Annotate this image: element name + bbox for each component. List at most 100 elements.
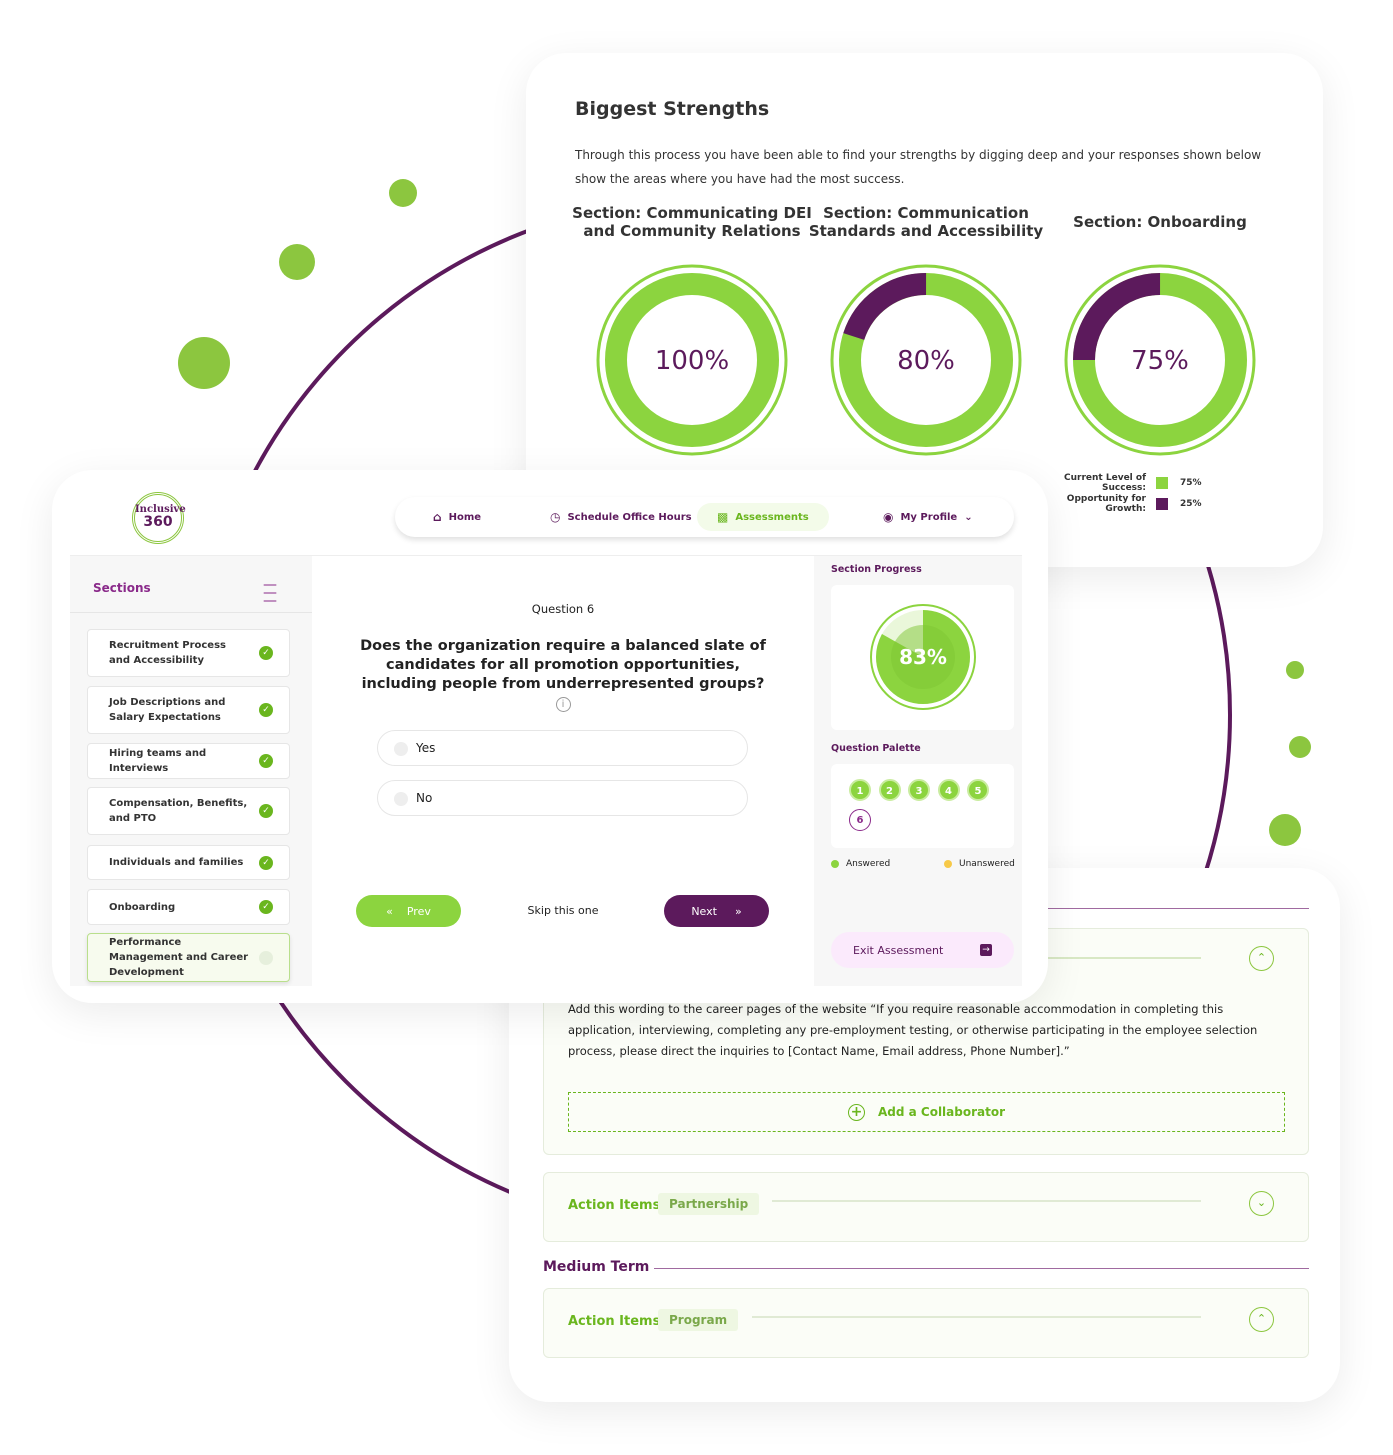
donut-label: 100% xyxy=(654,346,730,376)
decorative-dot xyxy=(1269,814,1301,846)
section-label: Compensation, Benefits, and PTO xyxy=(109,798,248,824)
double-chevron-right-icon: » xyxy=(734,904,742,918)
section-label: Onboarding xyxy=(109,901,176,913)
decorative-dot xyxy=(1286,661,1304,679)
exit-label: Exit Assessment xyxy=(853,943,944,957)
nav-my-profile[interactable]: ◉ My Profile ⌄ xyxy=(883,497,973,537)
chevron-down-icon[interactable]: ⌄ xyxy=(1249,1191,1274,1216)
nav-label: My Profile xyxy=(900,511,958,523)
skip-button[interactable]: Skip this one xyxy=(482,904,644,917)
donut-label: 75% xyxy=(1131,346,1189,376)
exit-icon: → xyxy=(980,944,992,956)
question-number: Question 6 xyxy=(531,602,595,616)
donut-title: Section: Onboarding xyxy=(1073,213,1247,231)
prev-button[interactable]: « Prev xyxy=(356,895,461,927)
check-circle-icon: ✓ xyxy=(259,804,273,818)
progress-percent: 83% xyxy=(899,645,947,669)
decorative-dot xyxy=(279,244,315,280)
donut-title: Section: Communicating DEI and Community… xyxy=(572,204,812,240)
legend-label: Opportunity for Growth: xyxy=(1066,494,1146,514)
section-item[interactable]: Onboarding ✓ xyxy=(87,889,290,925)
nav-assessments[interactable]: ▩ Assessments xyxy=(697,503,829,531)
nav-label: Assessments xyxy=(735,511,809,523)
legend-label: Answered xyxy=(846,859,891,869)
option-yes[interactable]: Yes xyxy=(377,730,748,766)
legend-value: 25% xyxy=(1180,499,1202,509)
palette-question-4[interactable]: 4 xyxy=(937,779,960,801)
section-label: Hiring teams and Interviews xyxy=(109,748,207,774)
action-item-program[interactable]: Action Items: Program ⌃ xyxy=(543,1288,1309,1358)
info-icon[interactable]: i xyxy=(555,697,571,712)
palette-question-5[interactable]: 5 xyxy=(967,779,989,801)
next-label: Next xyxy=(691,904,717,918)
nav-label: Home xyxy=(448,511,482,523)
decorative-dot xyxy=(389,179,417,207)
section-item[interactable]: Performance Management and Career Develo… xyxy=(87,933,290,982)
legend-growth: Opportunity for Growth: 25% xyxy=(1034,494,1202,514)
palette-question-2[interactable]: 2 xyxy=(878,779,901,801)
progress-panel: Section Progress 83% Question Palette 12… xyxy=(814,556,1022,986)
sections-title: Sections xyxy=(93,581,151,595)
check-circle-icon: ✓ xyxy=(259,900,273,914)
action-item-text: Add this wording to the career pages of … xyxy=(568,1002,1258,1058)
nav-home[interactable]: ⌂ Home xyxy=(433,497,481,537)
nav-schedule-office-hours[interactable]: ◷ Schedule Office Hours xyxy=(550,497,692,537)
section-item[interactable]: Recruitment Process and Accessibility ✓ xyxy=(87,629,290,677)
section-item[interactable]: Individuals and families ✓ xyxy=(87,845,290,880)
plus-icon: + xyxy=(847,1103,865,1121)
strengths-title: Biggest Strengths xyxy=(575,98,770,120)
pending-circle-icon: ✓ xyxy=(259,950,273,965)
exit-assessment-button[interactable]: Exit Assessment → xyxy=(831,932,1014,968)
section-label: Individuals and families xyxy=(109,857,244,868)
section-item[interactable]: Hiring teams and Interviews ✓ xyxy=(87,743,290,779)
action-items-label: Action Items: xyxy=(568,1198,666,1213)
decorative-dot xyxy=(178,337,230,389)
question-palette-title: Question Palette xyxy=(831,743,921,754)
next-button[interactable]: Next » xyxy=(664,895,769,927)
check-circle-icon: ✓ xyxy=(259,754,273,768)
section-label: Recruitment Process and Accessibility xyxy=(109,640,226,666)
logo: Inclusive 360 xyxy=(132,492,186,544)
section-item[interactable]: Compensation, Benefits, and PTO ✓ xyxy=(87,787,290,835)
assessment-card: Inclusive 360 ⌂ Home ◷ Schedule Office Hour… xyxy=(52,470,1048,1003)
clock-icon: ◷ xyxy=(550,510,561,524)
add-collaborator-label: Add a Collaborator xyxy=(877,1105,1006,1119)
check-circle-icon: ✓ xyxy=(259,855,273,870)
palette-question-6[interactable]: 6 xyxy=(849,809,871,831)
add-collaborator-button[interactable]: + Add a Collaborator xyxy=(568,1092,1285,1132)
sections-sidebar: Sections — — — Recruitment Process and Acc… xyxy=(70,556,312,986)
check-circle-icon: ✓ xyxy=(259,646,273,660)
divider xyxy=(70,612,312,613)
question-label: Does the organization require a balanced… xyxy=(360,638,766,692)
prev-label: Prev xyxy=(406,904,431,918)
answered-dot-icon xyxy=(831,860,839,868)
legend-answered: Answered xyxy=(831,859,890,869)
palette-question-1[interactable]: 1 xyxy=(849,779,871,801)
action-items-label: Action Items: xyxy=(568,1314,666,1329)
divider xyxy=(1048,908,1309,909)
section-item[interactable]: Job Descriptions and Salary Expectations… xyxy=(87,686,290,734)
chevron-up-icon[interactable]: ⌃ xyxy=(1249,1307,1274,1332)
legend-unanswered: Unanswered xyxy=(944,859,1015,869)
legend-value: 75% xyxy=(1180,478,1202,488)
palette-question-3[interactable]: 3 xyxy=(908,779,930,801)
legend-success: Current Level of Success: 75% xyxy=(1034,473,1202,493)
option-no[interactable]: No xyxy=(377,780,748,816)
divider xyxy=(654,1268,1309,1269)
chevron-up-icon[interactable]: ⌃ xyxy=(1249,946,1274,971)
double-chevron-left-icon: « xyxy=(386,904,393,918)
section-label: Job Descriptions and Salary Expectations xyxy=(109,697,226,723)
home-icon: ⌂ xyxy=(433,510,442,524)
question-text: Does the organization require a balanced… xyxy=(357,637,769,713)
collapse-menu-icon[interactable]: — — — xyxy=(263,578,283,608)
chevron-down-icon: ⌄ xyxy=(964,511,973,523)
section-progress-title: Section Progress xyxy=(831,564,922,575)
action-chip: Partnership xyxy=(658,1193,760,1215)
action-chip: Program xyxy=(658,1309,739,1331)
progress-box: 83% xyxy=(831,585,1014,730)
section-label: Performance Management and Career Develo… xyxy=(109,937,249,978)
action-item-partnership[interactable]: Action Items: Partnership ⌄ xyxy=(543,1172,1309,1242)
nav-label: Schedule Office Hours xyxy=(567,511,692,523)
donut-label: 80% xyxy=(897,346,955,376)
decorative-dot xyxy=(1289,736,1311,758)
